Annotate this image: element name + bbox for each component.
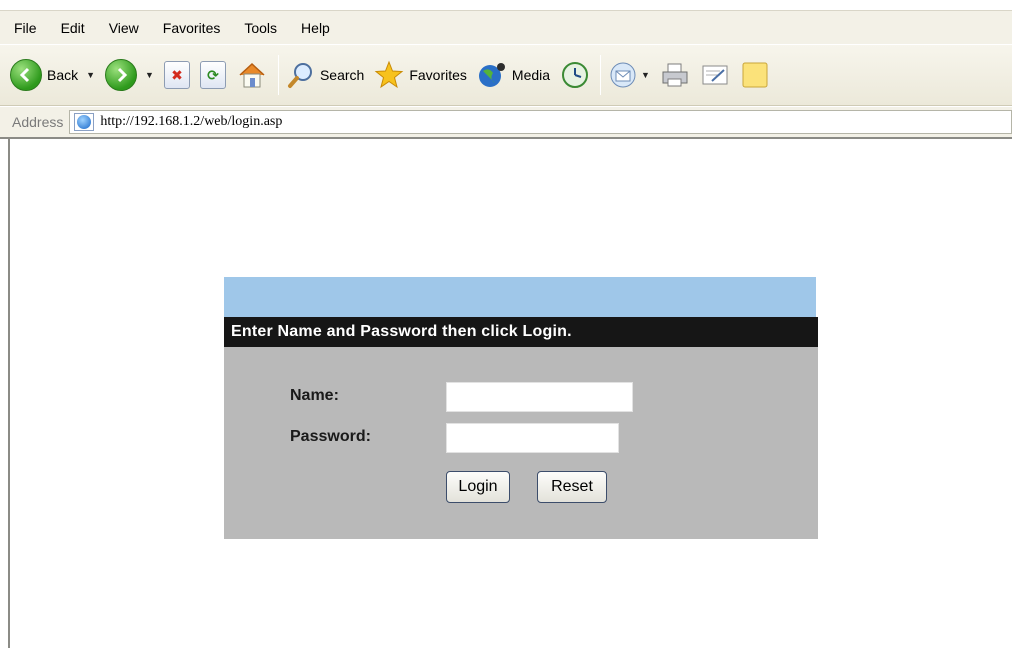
favorites-label: Favorites bbox=[409, 67, 467, 83]
mail-icon bbox=[610, 62, 636, 88]
refresh-button[interactable]: ⟳ bbox=[199, 55, 226, 95]
login-form: Name: Password: Login Reset bbox=[224, 347, 818, 539]
menu-help[interactable]: Help bbox=[301, 20, 330, 36]
login-button[interactable]: Login bbox=[446, 471, 510, 503]
discuss-button[interactable] bbox=[740, 55, 770, 95]
panel-banner bbox=[224, 277, 816, 317]
history-button[interactable] bbox=[560, 55, 590, 95]
password-label: Password: bbox=[290, 428, 371, 445]
back-arrow-icon bbox=[10, 59, 42, 91]
login-panel: Enter Name and Password then click Login… bbox=[224, 277, 818, 539]
password-input[interactable] bbox=[446, 423, 619, 453]
login-instruction: Enter Name and Password then click Login… bbox=[224, 317, 818, 347]
mail-button[interactable]: ▼ bbox=[609, 55, 650, 95]
edit-page-icon bbox=[702, 65, 728, 85]
toolbar-separator bbox=[600, 55, 602, 95]
media-label: Media bbox=[511, 67, 551, 83]
print-button[interactable] bbox=[660, 55, 690, 95]
menu-view[interactable]: View bbox=[109, 20, 139, 36]
toolbar: Back ▼ ▼ ✖ ⟳ Search Favorites Media ▼ bbox=[0, 44, 1012, 106]
reset-button[interactable]: Reset bbox=[537, 471, 607, 503]
menu-file[interactable]: File bbox=[14, 20, 37, 36]
forward-button[interactable]: ▼ bbox=[105, 55, 154, 95]
media-button[interactable]: Media bbox=[477, 55, 550, 95]
back-label: Back bbox=[47, 67, 79, 83]
page-icon bbox=[74, 113, 95, 131]
menu-tools[interactable]: Tools bbox=[244, 20, 277, 36]
back-dropdown-icon[interactable]: ▼ bbox=[86, 70, 95, 80]
menu-bar: File Edit View Favorites Tools Help bbox=[0, 10, 1012, 44]
search-icon bbox=[287, 63, 312, 88]
address-label: Address bbox=[12, 114, 64, 130]
refresh-icon: ⟳ bbox=[199, 61, 226, 89]
forward-arrow-icon bbox=[105, 59, 138, 91]
stop-icon: ✖ bbox=[163, 61, 190, 89]
forward-dropdown-icon[interactable]: ▼ bbox=[145, 70, 154, 80]
home-button[interactable] bbox=[236, 55, 268, 95]
discuss-note-icon bbox=[742, 62, 768, 88]
search-button[interactable]: Search bbox=[287, 55, 364, 95]
edit-button[interactable] bbox=[700, 55, 730, 95]
print-icon bbox=[662, 63, 688, 87]
home-icon bbox=[239, 62, 265, 88]
mail-dropdown-icon[interactable]: ▼ bbox=[641, 70, 650, 80]
toolbar-separator bbox=[277, 55, 279, 95]
history-icon bbox=[562, 62, 589, 88]
page-border bbox=[8, 139, 10, 648]
menu-favorites[interactable]: Favorites bbox=[163, 20, 221, 36]
stop-button[interactable]: ✖ bbox=[163, 55, 190, 95]
name-label: Name: bbox=[290, 387, 339, 404]
address-bar: Address http://192.168.1.2/web/login.asp bbox=[0, 107, 1012, 139]
favorites-star-icon bbox=[374, 60, 404, 89]
address-input[interactable]: http://192.168.1.2/web/login.asp bbox=[69, 110, 1012, 134]
menu-edit[interactable]: Edit bbox=[61, 20, 85, 36]
back-button[interactable]: Back ▼ bbox=[10, 55, 95, 95]
address-url: http://192.168.1.2/web/login.asp bbox=[100, 114, 283, 129]
media-globe-icon bbox=[478, 63, 505, 87]
name-input[interactable] bbox=[446, 382, 633, 412]
search-label: Search bbox=[319, 67, 365, 83]
favorites-button[interactable]: Favorites bbox=[374, 55, 467, 95]
